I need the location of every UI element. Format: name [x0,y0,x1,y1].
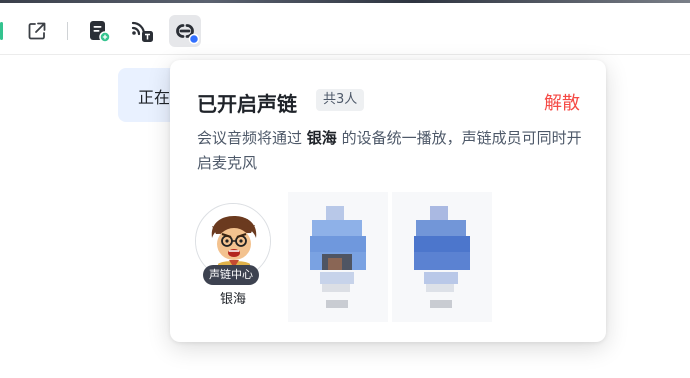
center-tag: 声链中心 [203,265,259,285]
document-badge-icon[interactable] [83,15,115,47]
member-name: 银海 [219,292,246,307]
active-indicator [0,22,3,40]
dissolve-button[interactable]: 解散 [544,89,580,115]
member-item-blurred[interactable] [392,192,492,322]
voice-link-popover: 已开启声链 共3人 解散 会议音频将通过 银海 的设备统一播放，声链成员可同时开… [170,60,606,342]
toolbar [0,3,690,55]
popover-description: 会议音频将通过 银海 的设备统一播放，声链成员可同时开启麦克风 [197,126,587,176]
cast-screen-icon[interactable] [126,15,158,47]
popover-title: 已开启声链 [197,92,297,116]
description-host-name: 银海 [306,129,337,147]
description-prefix: 会议音频将通过 [197,129,307,147]
toolbar-divider [67,22,68,40]
member-item[interactable]: 声链中心 银海 [190,203,271,307]
voice-link-icon[interactable] [169,15,201,47]
background-status-text: 正在 [138,88,171,107]
member-item-blurred[interactable] [288,192,388,322]
open-external-icon[interactable] [21,15,53,47]
member-count-badge: 共3人 [316,89,365,111]
